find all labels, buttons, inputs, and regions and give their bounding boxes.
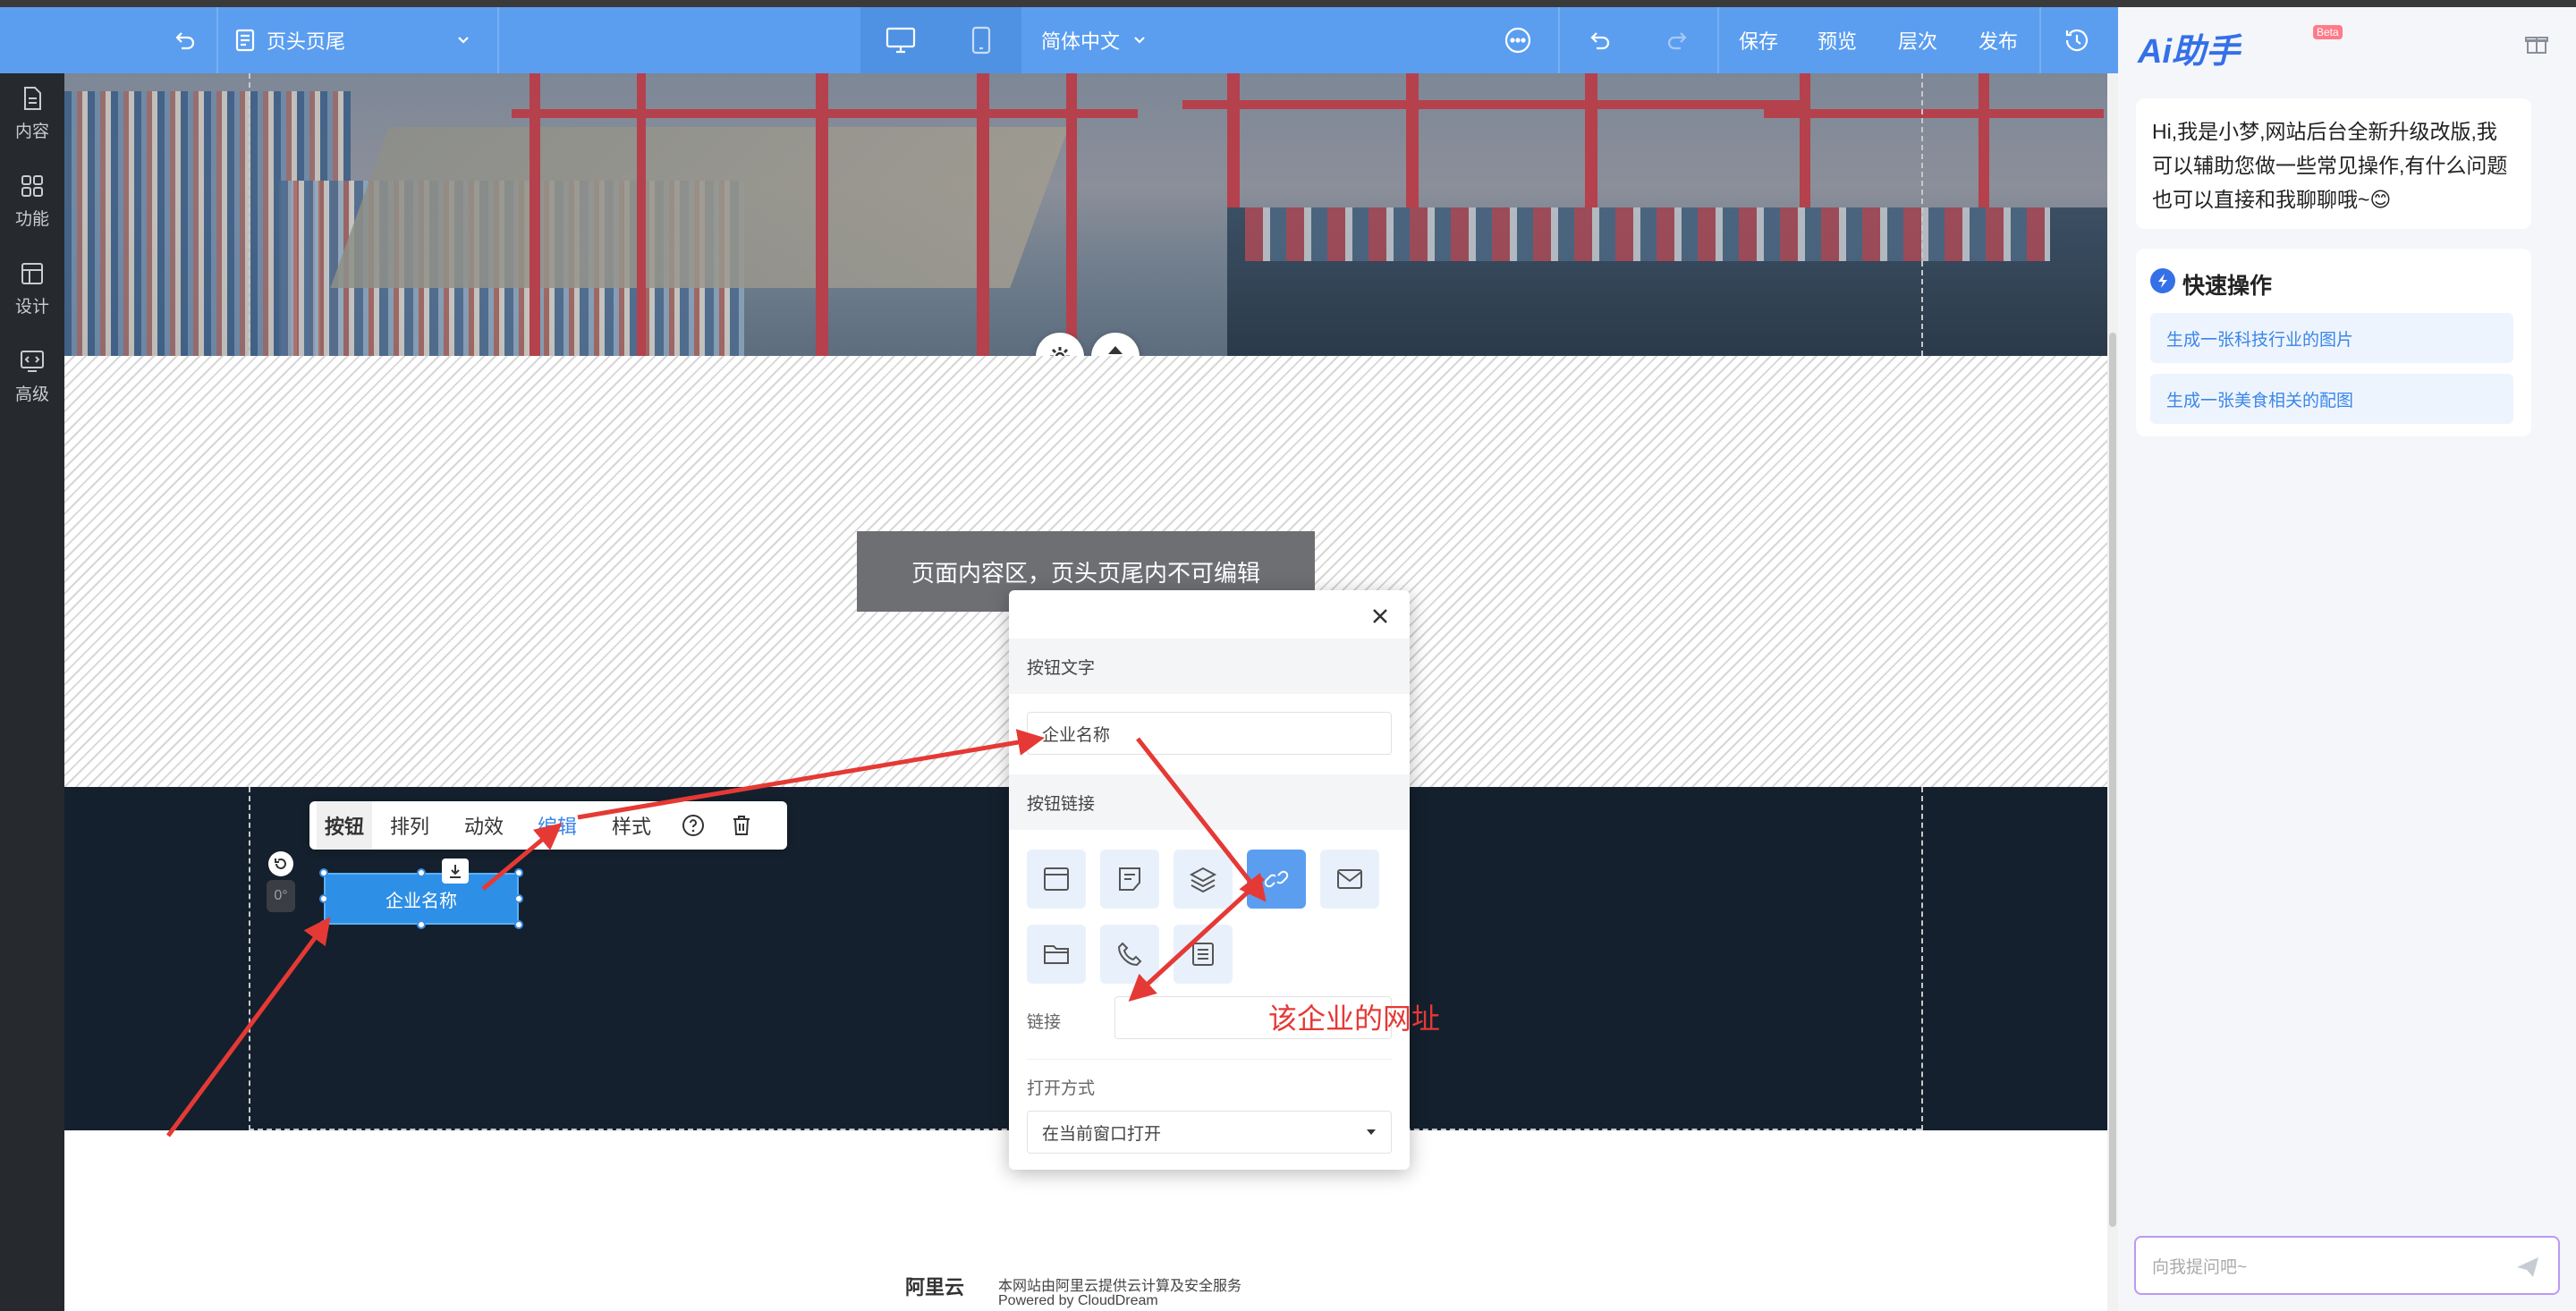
ai-question-input[interactable]: 向我提问吧~ [2134,1236,2560,1295]
quick-actions-title: 快速操作 [2182,274,2273,299]
ai-assistant-panel: Ai助手 Beta Hi,我是小梦,网站后台全新升级改版,我可以辅助您做一些常见… [2118,7,2576,1311]
quick-actions: 快速操作 生成一张科技行业的图片 生成一张美食相关的配图 [2136,249,2531,436]
powered-line2: Powered by CloudDream [998,1293,1158,1308]
quick-action-food-image[interactable]: 生成一张美食相关的配图 [2150,374,2513,424]
powered-line1: 本网站由阿里云提供云计算及安全服务 [998,1279,1242,1294]
ai-input-placeholder: 向我提问吧~ [2152,1257,2248,1277]
beta-badge: Beta [2313,25,2343,39]
aliyun-logo: 阿里云 [905,1276,965,1298]
ai-greeting: Hi,我是小梦,网站后台全新升级改版,我可以辅助您做一些常见操作,有什么问题也可… [2136,98,2531,229]
send-icon[interactable] [2515,1256,2540,1279]
quick-action-tech-image[interactable]: 生成一张科技行业的图片 [2150,313,2513,363]
powered-by: 阿里云 本网站由阿里云提供云计算及安全服务 Powered by CloudDr… [905,1270,1281,1311]
gift-icon[interactable] [2524,30,2549,60]
lightning-icon [2150,268,2175,293]
canvas-scrollbar[interactable] [2107,73,2118,1311]
ai-assistant-title: Ai助手 [2138,33,2241,71]
